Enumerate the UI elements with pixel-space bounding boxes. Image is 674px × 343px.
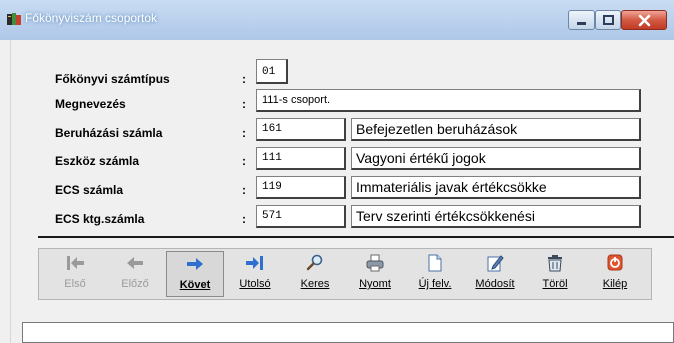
colon: : (242, 72, 246, 86)
asset-account-description: Vagyoni értékű jogok (351, 147, 641, 170)
depreciation-account-code: 119 (262, 181, 282, 193)
asset-account-code: 111 (262, 152, 282, 164)
new-record-button[interactable]: Új felv. (406, 251, 464, 297)
investment-account-code: 161 (262, 123, 282, 135)
last-button[interactable]: Utolsó (226, 251, 284, 297)
next-record-icon (167, 255, 223, 275)
label-investment-account: Beruházási számla (55, 126, 163, 140)
delete-icon (526, 254, 584, 274)
depreciation-account-description: Immateriális javak értékcsökke (351, 176, 641, 199)
app-icon (6, 11, 22, 27)
depreciation-cost-account-description: Terv szerinti értékcsökkenési (351, 205, 641, 228)
first-button[interactable]: Első (46, 251, 104, 297)
account-type-value: 01 (262, 66, 276, 78)
search-button[interactable]: Keres (286, 251, 344, 297)
depreciation-cost-account-code: 571 (262, 210, 282, 222)
minimize-button[interactable] (568, 10, 595, 30)
previous-button[interactable]: Előző (106, 251, 164, 297)
new-document-icon (406, 254, 464, 274)
name-value: 111-s csoport. (262, 94, 331, 106)
next-button[interactable]: Követ (166, 251, 224, 297)
last-record-icon (226, 254, 284, 274)
new-record-label: Új felv. (418, 278, 452, 290)
navigation-toolbar: Első Előző Követ Utolsó Keres Nyomt Új f… (38, 248, 652, 300)
colon: : (242, 97, 246, 111)
asset-account-description-text: Vagyoni értékű jogok (356, 150, 486, 166)
modify-button[interactable]: Módosít (466, 251, 524, 297)
label-depreciation-cost-account: ECS ktg.számla (55, 212, 145, 226)
search-label: Keres (300, 278, 330, 290)
label-name: Megnevezés (55, 97, 126, 111)
search-icon (286, 254, 344, 274)
label-asset-account: Eszköz számla (55, 154, 140, 168)
printer-icon (346, 254, 404, 274)
colon: : (242, 212, 246, 226)
previous-label: Előző (121, 278, 149, 290)
colon: : (242, 183, 246, 197)
print-label: Nyomt (359, 278, 391, 290)
exit-button[interactable]: Kilép (586, 251, 644, 297)
name-field[interactable]: 111-s csoport. (256, 89, 641, 112)
label-account-type: Főkönyvi számtípus (55, 72, 170, 86)
colon: : (242, 154, 246, 168)
close-button[interactable] (621, 10, 667, 30)
account-type-field[interactable]: 01 (256, 59, 288, 84)
previous-record-icon (106, 254, 164, 274)
depreciation-account-code-field[interactable]: 119 (256, 176, 346, 199)
colon: : (242, 126, 246, 140)
last-label: Utolsó (239, 278, 271, 290)
depreciation-account-description-text: Immateriális javak értékcsökke (356, 179, 547, 195)
delete-label: Töröl (542, 278, 568, 290)
status-bar (22, 322, 674, 343)
first-record-icon (46, 254, 104, 274)
asset-account-code-field[interactable]: 111 (256, 147, 346, 170)
title-bar: Főkönyviszám csoportok (0, 0, 674, 40)
delete-button[interactable]: Töröl (526, 251, 584, 297)
maximize-button[interactable] (595, 10, 621, 30)
print-button[interactable]: Nyomt (346, 251, 404, 297)
next-label: Követ (179, 279, 211, 291)
modify-label: Módosít (475, 278, 515, 290)
form-separator (38, 236, 674, 238)
label-depreciation-account: ECS számla (55, 183, 124, 197)
window-title: Főkönyviszám csoportok (25, 11, 158, 25)
investment-account-code-field[interactable]: 161 (256, 118, 346, 141)
investment-account-description-text: Befejezetlen beruházások (356, 121, 518, 137)
exit-icon (586, 254, 644, 274)
exit-label: Kilép (602, 278, 628, 290)
depreciation-cost-account-code-field[interactable]: 571 (256, 205, 346, 228)
depreciation-cost-account-description-text: Terv szerinti értékcsökkenési (356, 208, 535, 224)
edit-icon (466, 254, 524, 274)
first-label: Első (64, 278, 86, 290)
investment-account-description: Befejezetlen beruházások (351, 118, 641, 141)
